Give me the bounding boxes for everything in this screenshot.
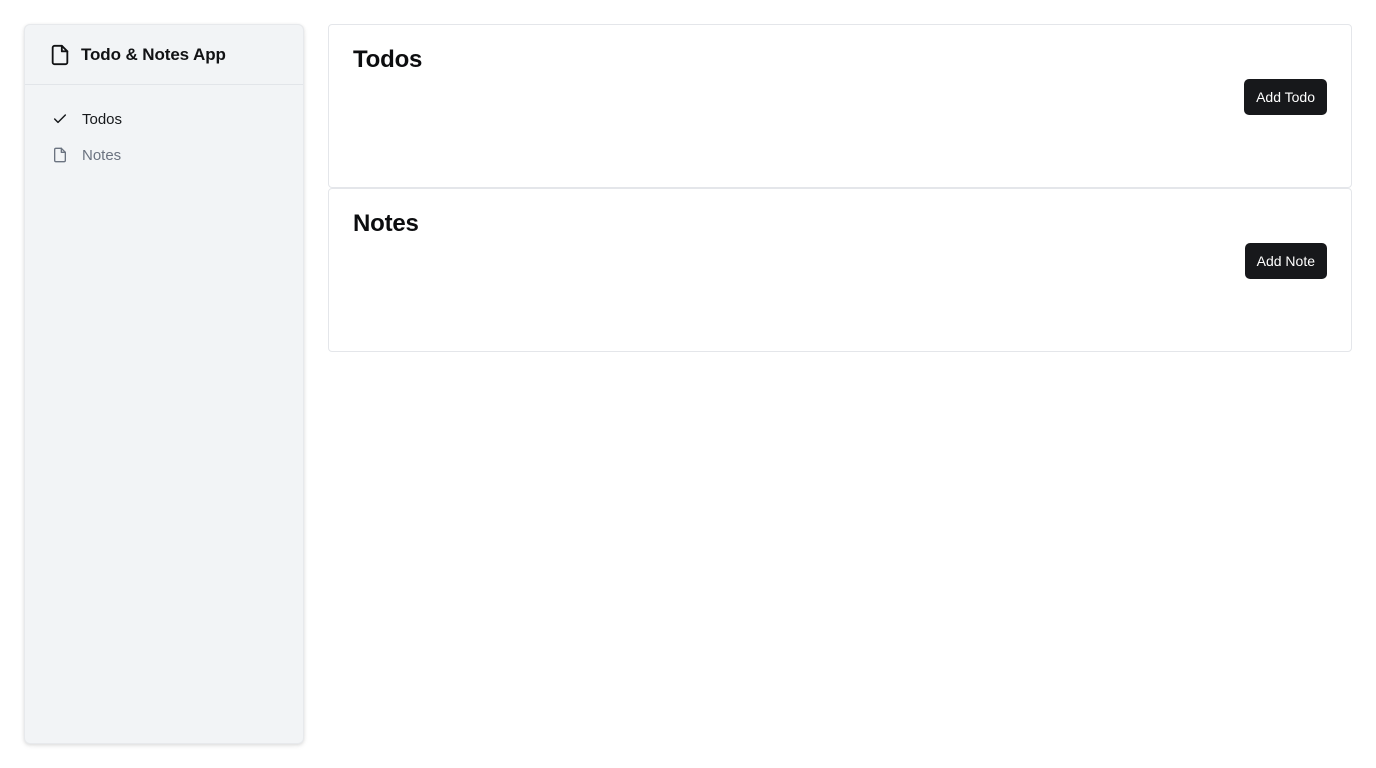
check-icon <box>52 111 68 127</box>
sidebar-item-todos[interactable]: Todos <box>52 101 303 137</box>
sidebar-nav: Todos Notes <box>25 85 303 173</box>
sidebar-item-label: Notes <box>82 146 122 164</box>
file-icon <box>49 44 71 66</box>
notes-card: Notes Add Note <box>328 188 1352 352</box>
add-note-button[interactable]: Add Note <box>1244 243 1327 279</box>
file-icon <box>52 147 68 163</box>
sidebar-item-notes[interactable]: Notes <box>52 137 303 173</box>
app-title: Todo & Notes App <box>81 44 226 64</box>
todos-card: Todos Add Todo <box>328 24 1352 188</box>
sidebar: Todo & Notes App Todos Notes <box>24 24 304 744</box>
sidebar-header: Todo & Notes App <box>25 25 303 85</box>
notes-title: Notes <box>353 210 419 237</box>
sidebar-item-label: Todos <box>82 110 123 128</box>
app-layout: Todo & Notes App Todos Notes Todos Add T… <box>0 0 1376 768</box>
add-todo-button[interactable]: Add Todo <box>1244 79 1327 115</box>
todos-title: Todos <box>353 46 423 73</box>
